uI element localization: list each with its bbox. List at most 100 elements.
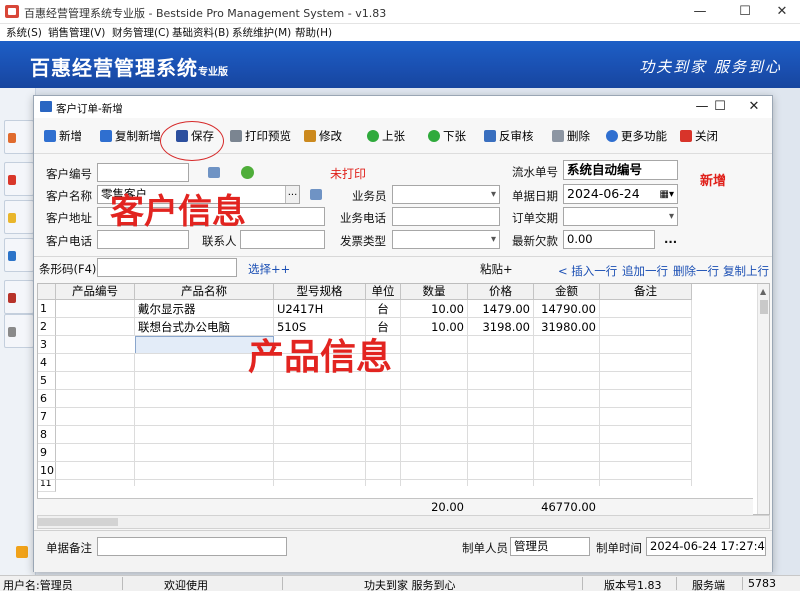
row-number: 8 <box>38 426 56 444</box>
horizontal-scrollbar[interactable] <box>37 515 770 529</box>
grid-line <box>400 336 401 486</box>
menu-help[interactable]: 帮助(H) <box>295 25 332 40</box>
edit-button[interactable]: 修改 <box>304 127 342 145</box>
dialog-title: 客户订单-新增 <box>56 103 123 115</box>
table-cell[interactable]: 1479.00 <box>468 300 534 318</box>
debt-input: 0.00 <box>563 230 655 249</box>
banner: 百惠经营管理系统专业版 功夫到家 服务到心 <box>0 41 800 88</box>
menu-system[interactable]: 系统(S) <box>6 25 42 40</box>
search-icon[interactable] <box>208 167 220 178</box>
menu-sales[interactable]: 销售管理(V) <box>48 25 105 40</box>
barcode-input[interactable] <box>97 258 237 277</box>
next-button[interactable]: 下张 <box>428 127 466 145</box>
row-number: 9 <box>38 444 56 462</box>
date-label: 单据日期 <box>512 189 558 203</box>
customer-picker-button[interactable]: ... <box>285 186 299 203</box>
close-button[interactable]: ✕ <box>762 0 800 24</box>
row-number: 7 <box>38 408 56 426</box>
paste-button[interactable]: 粘贴+ <box>480 261 513 277</box>
delete-row-link[interactable]: 删除一行 <box>673 263 719 279</box>
unaudit-button[interactable]: 反审核 <box>484 127 534 145</box>
biz-phone-input[interactable] <box>392 207 500 226</box>
nav-tile-2[interactable] <box>4 162 34 196</box>
debt-more-button[interactable]: ... <box>664 232 677 246</box>
table-cell[interactable] <box>56 300 135 318</box>
nav-tile-1[interactable] <box>4 120 34 154</box>
contact-input[interactable] <box>240 230 325 249</box>
serial-input[interactable]: 系统自动编号 <box>563 160 678 180</box>
add-row-link[interactable]: 追加一行 <box>622 263 668 279</box>
status-server: 服务端 <box>692 579 725 591</box>
minimize-button[interactable]: — <box>680 0 720 24</box>
nav-tile-6[interactable] <box>4 314 34 348</box>
date-input[interactable]: 2024-06-24 ▦▾ <box>563 184 678 204</box>
col-header-qty[interactable]: 数量 <box>401 284 468 300</box>
customer-search-icon[interactable] <box>310 189 322 200</box>
left-nav-strip <box>0 88 36 575</box>
col-header-amount[interactable]: 金额 <box>534 284 600 300</box>
total-qty: 20.00 <box>431 500 464 514</box>
contact-label: 联系人 <box>202 234 237 248</box>
copy-row-link[interactable]: 复制上行 <box>723 263 769 279</box>
col-header-unit[interactable]: 单位 <box>366 284 401 300</box>
close-dialog-button[interactable]: 关闭 <box>680 127 718 145</box>
select-link[interactable]: 选择++ <box>248 261 290 277</box>
table-cell[interactable]: 10.00 <box>401 318 468 336</box>
invoice-select[interactable] <box>392 230 500 249</box>
table-cell[interactable]: 戴尔显示器 <box>135 300 274 318</box>
new-button[interactable]: 新增 <box>44 127 82 145</box>
vertical-scrollbar[interactable]: ▲ <box>757 284 769 514</box>
table-cell[interactable]: 台 <box>366 300 401 318</box>
menu-maintenance[interactable]: 系统维护(M) <box>232 25 291 40</box>
arrow-up-icon <box>367 129 379 142</box>
grid-line <box>467 336 468 486</box>
grid-line <box>56 443 692 444</box>
insert-row-link[interactable]: < 插入一行 <box>558 263 617 279</box>
table-cell[interactable] <box>56 318 135 336</box>
status-slogan: 功夫到家 服务到心 <box>364 579 456 591</box>
banner-slogan: 功夫到家 服务到心 <box>639 58 782 76</box>
table-cell[interactable]: U2417H <box>274 300 366 318</box>
table-cell[interactable]: 3198.00 <box>468 318 534 336</box>
nav-tile-4[interactable] <box>4 238 34 272</box>
row-number: 10 <box>38 462 56 480</box>
maximize-button[interactable]: ☐ <box>725 0 765 24</box>
refresh-icon[interactable] <box>241 166 254 179</box>
salesperson-select[interactable] <box>392 185 500 204</box>
remark-input[interactable] <box>97 537 287 556</box>
calendar-icon[interactable]: ▦▾ <box>660 186 674 203</box>
col-header-name[interactable]: 产品名称 <box>135 284 274 300</box>
scroll-thumb[interactable] <box>760 300 768 314</box>
delivery-select[interactable] <box>563 207 678 226</box>
nav-tile-3[interactable] <box>4 200 34 234</box>
dialog-maximize-button[interactable]: ☐ <box>704 97 736 117</box>
table-cell[interactable]: 31980.00 <box>534 318 600 336</box>
table-cell[interactable] <box>600 318 692 336</box>
delete-button[interactable]: 删除 <box>552 127 590 145</box>
menu-basic-data[interactable]: 基础资料(B) <box>172 25 229 40</box>
status-welcome: 欢迎使用 <box>164 579 208 591</box>
nav-tile-5[interactable] <box>4 280 34 314</box>
hscroll-thumb[interactable] <box>38 518 118 526</box>
grid-line <box>56 425 692 426</box>
col-header-model[interactable]: 型号规格 <box>274 284 366 300</box>
col-header-remark[interactable]: 备注 <box>600 284 692 300</box>
print-preview-button[interactable]: 打印预览 <box>230 127 291 145</box>
col-header-price[interactable]: 价格 <box>468 284 534 300</box>
dialog-close-button[interactable]: ✕ <box>738 97 770 117</box>
prev-button[interactable]: 上张 <box>367 127 405 145</box>
table-cell[interactable]: 10.00 <box>401 300 468 318</box>
table-cell[interactable]: 14790.00 <box>534 300 600 318</box>
copy-new-button[interactable]: 复制新增 <box>100 127 161 145</box>
arrow-down-icon <box>428 129 440 142</box>
table-cell[interactable] <box>600 300 692 318</box>
customer-name-label: 客户名称 <box>46 189 92 203</box>
customer-code-input[interactable] <box>97 163 189 182</box>
menu-finance[interactable]: 财务管理(C) <box>112 25 170 40</box>
grid-line <box>56 461 692 462</box>
col-header-code[interactable]: 产品编号 <box>56 284 135 300</box>
status-separator <box>676 577 677 590</box>
key-icon <box>16 546 28 558</box>
scroll-up-icon[interactable]: ▲ <box>760 287 766 296</box>
more-functions-button[interactable]: 更多功能 <box>606 127 667 145</box>
